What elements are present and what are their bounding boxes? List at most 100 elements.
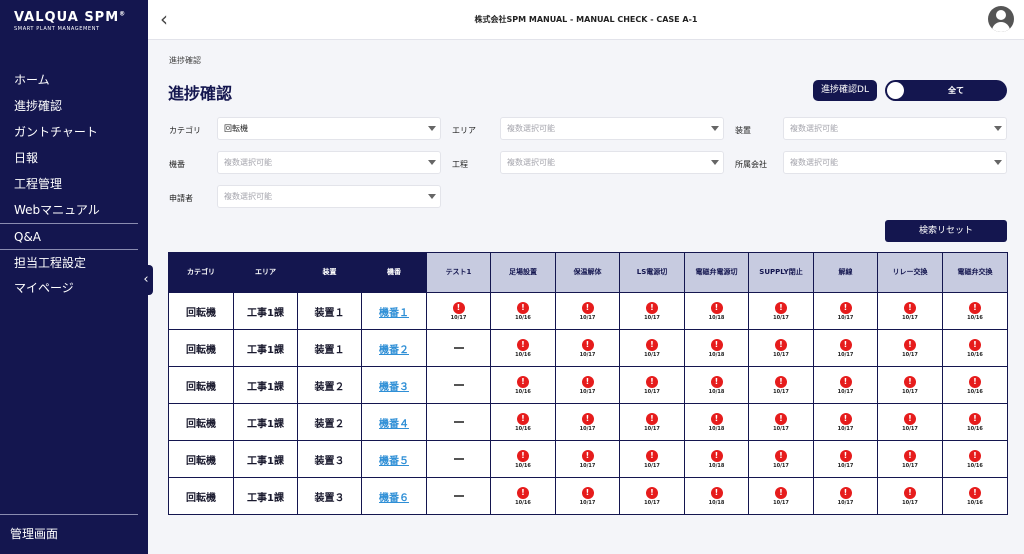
col-header-solenoid-power-off[interactable]: 電磁弁電源切	[684, 252, 749, 293]
machine-select[interactable]: 複数選択可能	[217, 151, 441, 174]
cell-area: 工事1課	[233, 403, 298, 441]
progress-download-button[interactable]: 進捗確認DL	[813, 80, 877, 101]
cell-status[interactable]: ! 10/17	[619, 366, 685, 404]
search-reset-button[interactable]: 検索リセット	[885, 220, 1007, 242]
cell-status[interactable]: ! 10/16	[490, 366, 556, 404]
category-select[interactable]: 回転機	[217, 117, 441, 140]
cell-test1-status[interactable]: ! 10/17	[426, 292, 491, 330]
col-header-relay-replace[interactable]: リレー交換	[877, 252, 943, 293]
cell-status[interactable]: ! 10/17	[748, 329, 814, 367]
cell-status[interactable]: ! 10/17	[748, 366, 814, 404]
cell-status[interactable]: ! 10/17	[877, 403, 943, 441]
status-date: 10/17	[773, 388, 789, 395]
cell-status[interactable]: ! 10/17	[877, 477, 943, 515]
machine-link[interactable]: 機番１	[379, 308, 409, 319]
cell-status[interactable]: ! 10/17	[813, 440, 878, 478]
cell-status[interactable]: ! 10/17	[748, 292, 814, 330]
sidebar-item-qa[interactable]: Q&A	[0, 223, 138, 249]
col-header-insulation-removal[interactable]: 保温解体	[555, 252, 620, 293]
sidebar-item-web-manual[interactable]: Webマニュアル	[0, 197, 138, 223]
cell-device: 装置１	[297, 292, 362, 330]
sidebar-item-my-page[interactable]: マイページ	[0, 275, 138, 301]
breadcrumb[interactable]: 進捗確認	[169, 55, 201, 66]
status-date: 10/17	[450, 314, 467, 321]
cell-status[interactable]: ! 10/16	[490, 329, 556, 367]
sidebar-item-admin[interactable]: 管理画面	[0, 514, 138, 554]
cell-status[interactable]: ! 10/18	[684, 292, 749, 330]
cell-status[interactable]: ! 10/17	[813, 329, 878, 367]
cell-status[interactable]: ! 10/16	[942, 440, 1008, 478]
cell-status[interactable]: ! 10/16	[490, 477, 556, 515]
sidebar-item-home[interactable]: ホーム	[0, 67, 138, 93]
cell-status[interactable]: ! 10/17	[813, 477, 878, 515]
status-date: 10/17	[902, 351, 918, 358]
cell-status[interactable]: ! 10/17	[813, 403, 878, 441]
cell-status[interactable]: ! 10/17	[748, 440, 814, 478]
col-header-disconnect[interactable]: 解線	[813, 252, 878, 293]
cell-status[interactable]: ! 10/18	[684, 477, 749, 515]
cell-status[interactable]: ! 10/17	[555, 292, 620, 330]
device-select-placeholder: 複数選択可能	[790, 124, 838, 133]
cell-status[interactable]: ! 10/17	[555, 440, 620, 478]
col-header-supply-close[interactable]: SUPPLY閉止	[748, 252, 814, 293]
col-header-category[interactable]: カテゴリ	[168, 252, 234, 293]
col-header-ls-power-off[interactable]: LS電源切	[619, 252, 685, 293]
sidebar-item-gantt[interactable]: ガントチャート	[0, 119, 138, 145]
col-header-test1[interactable]: テスト1	[426, 252, 491, 293]
cell-status[interactable]: ! 10/17	[619, 292, 685, 330]
cell-status[interactable]: ! 10/17	[877, 366, 943, 404]
brand-logo[interactable]: VALQUA SPM® SMART PLANT MANAGEMENT	[14, 10, 126, 32]
cell-status[interactable]: ! 10/18	[684, 440, 749, 478]
col-header-scaffold[interactable]: 足場設置	[490, 252, 556, 293]
col-header-solenoid-replace[interactable]: 電磁弁交換	[942, 252, 1008, 293]
cell-status[interactable]: ! 10/18	[684, 403, 749, 441]
cell-status[interactable]: ! 10/17	[555, 403, 620, 441]
cell-status[interactable]: ! 10/17	[555, 477, 620, 515]
cell-status[interactable]: ! 10/17	[555, 329, 620, 367]
cell-status[interactable]: ! 10/17	[555, 366, 620, 404]
applicant-select[interactable]: 複数選択可能	[217, 185, 441, 208]
company-select[interactable]: 複数選択可能	[783, 151, 1007, 174]
cell-status[interactable]: ! 10/17	[619, 329, 685, 367]
cell-status[interactable]: ! 10/17	[813, 366, 878, 404]
sidebar-item-daily-report[interactable]: 日報	[0, 145, 138, 171]
status-date: 10/16	[967, 351, 983, 358]
area-select[interactable]: 複数選択可能	[500, 117, 724, 140]
cell-status[interactable]: ! 10/17	[619, 403, 685, 441]
col-header-machine[interactable]: 機番	[361, 252, 427, 293]
cell-status[interactable]: ! 10/16	[490, 403, 556, 441]
cell-status[interactable]: ! 10/17	[877, 440, 943, 478]
sidebar-item-progress[interactable]: 進捗確認	[0, 93, 138, 119]
sidebar-collapse-chevron-icon[interactable]: ‹	[139, 265, 153, 295]
machine-link[interactable]: 機番２	[379, 345, 409, 356]
machine-link[interactable]: 機番４	[379, 419, 409, 430]
cell-status[interactable]: ! 10/16	[942, 329, 1008, 367]
process-select[interactable]: 複数選択可能	[500, 151, 724, 174]
cell-status[interactable]: ! 10/17	[877, 329, 943, 367]
machine-link[interactable]: 機番５	[379, 456, 409, 467]
cell-status[interactable]: ! 10/18	[684, 329, 749, 367]
cell-status[interactable]: ! 10/17	[877, 292, 943, 330]
device-select[interactable]: 複数選択可能	[783, 117, 1007, 140]
cell-status[interactable]: ! 10/17	[748, 477, 814, 515]
show-all-toggle[interactable]: 全て	[885, 80, 1007, 101]
cell-status[interactable]: ! 10/16	[942, 403, 1008, 441]
cell-status[interactable]: ! 10/16	[942, 477, 1008, 515]
sidebar-item-assigned-process[interactable]: 担当工程設定	[0, 249, 138, 275]
cell-status[interactable]: ! 10/16	[942, 292, 1008, 330]
cell-status[interactable]: ! 10/16	[942, 366, 1008, 404]
machine-link[interactable]: 機番６	[379, 493, 409, 504]
cell-status[interactable]: ! 10/17	[748, 403, 814, 441]
cell-status[interactable]: ! 10/16	[490, 440, 556, 478]
machine-link[interactable]: 機番３	[379, 382, 409, 393]
cell-status[interactable]: ! 10/16	[490, 292, 556, 330]
col-header-device[interactable]: 装置	[297, 252, 362, 293]
cell-status[interactable]: ! 10/18	[684, 366, 749, 404]
cell-status[interactable]: ! 10/17	[619, 477, 685, 515]
sidebar-item-process-management[interactable]: 工程管理	[0, 171, 138, 197]
col-header-area[interactable]: エリア	[233, 252, 298, 293]
alert-circle-icon: !	[517, 486, 529, 499]
cell-status[interactable]: ! 10/17	[813, 292, 878, 330]
cell-status[interactable]: ! 10/17	[619, 440, 685, 478]
user-avatar-icon[interactable]	[988, 6, 1014, 32]
